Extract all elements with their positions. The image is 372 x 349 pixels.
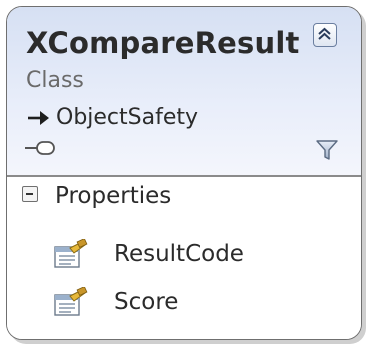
base-class[interactable]: ObjectSafety [26, 105, 198, 130]
property-icon [54, 239, 88, 268]
collapse-section-toggle[interactable] [22, 186, 38, 202]
property-name: ResultCode [114, 241, 244, 267]
property-item[interactable]: Score [52, 287, 178, 317]
class-name[interactable]: XCompareResult [26, 26, 300, 60]
inheritance-arrow-icon [28, 110, 49, 125]
filter-icon[interactable] [316, 140, 338, 160]
property-item[interactable]: ResultCode [52, 239, 244, 269]
base-class-label: ObjectSafety [56, 105, 199, 130]
property-name: Score [114, 289, 179, 315]
property-icon [54, 287, 88, 316]
section-title-properties[interactable]: Properties [55, 183, 171, 209]
class-stereotype: Class [26, 68, 84, 93]
double-chevron-up-icon [318, 27, 331, 40]
collapse-button[interactable] [313, 23, 337, 47]
lollipop-icon[interactable] [24, 140, 56, 156]
